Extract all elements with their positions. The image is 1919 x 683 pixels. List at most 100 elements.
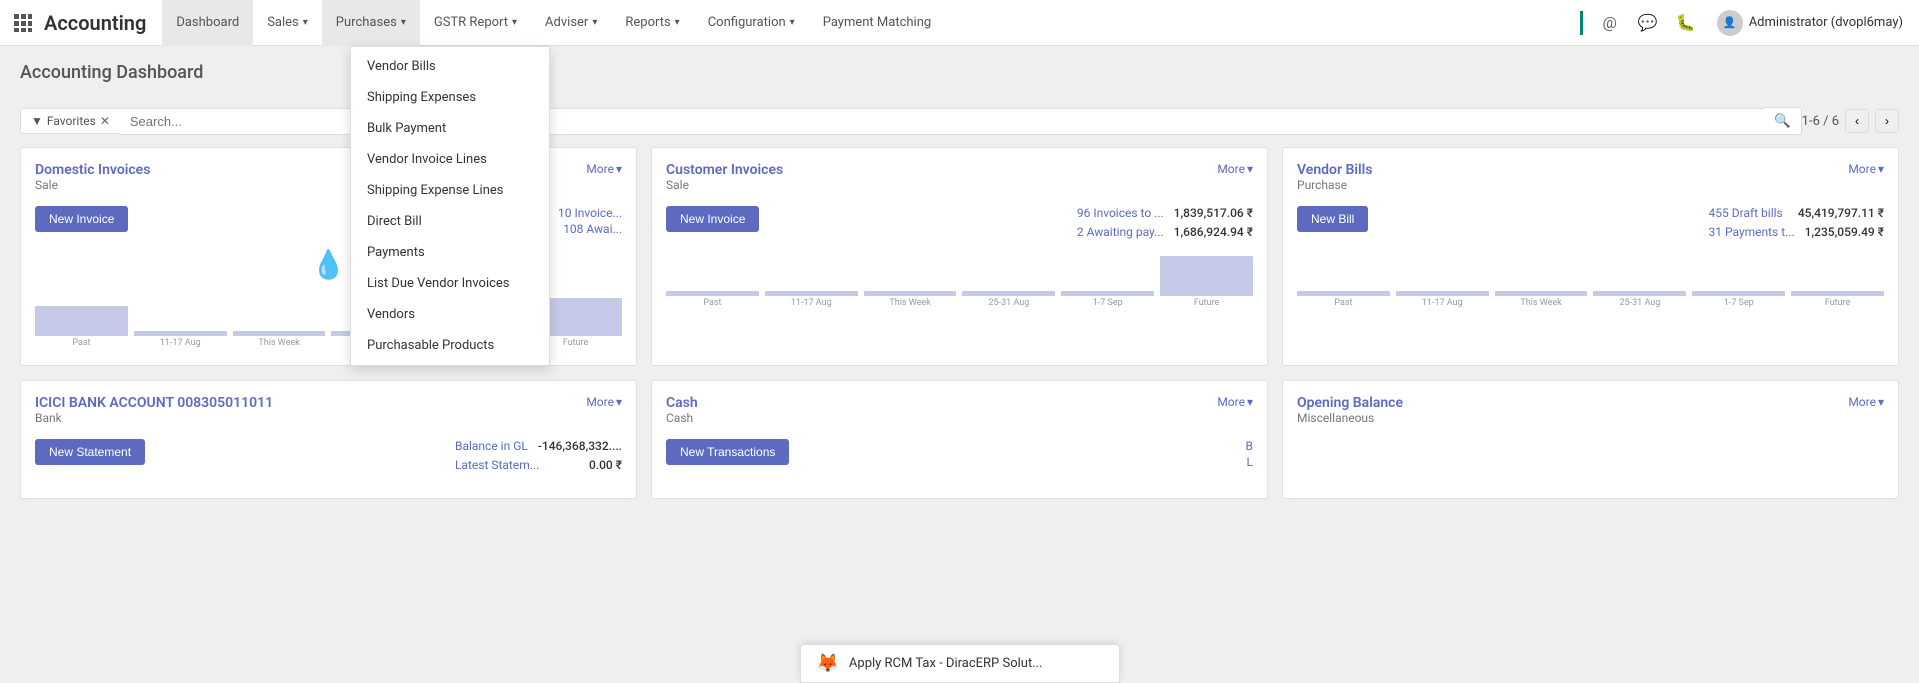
bar-11-17	[134, 331, 227, 336]
pagination-next[interactable]: ›	[1875, 109, 1899, 133]
dropdown-item-purchasable-products[interactable]: Purchasable Products	[351, 330, 549, 361]
card-icici-header: ICICI BANK ACCOUNT 008305011011 Bank Mor…	[35, 395, 622, 435]
user-menu[interactable]: 👤 Administrator (dvopl6may)	[1709, 6, 1911, 40]
chat-icon-btn[interactable]: 💬	[1633, 8, 1663, 38]
label-this-week: This Week	[233, 338, 326, 348]
dropdown-item-bulk-payment[interactable]: Bulk Payment	[351, 113, 549, 144]
dropdown-item-vendor-bills[interactable]: Vendor Bills	[351, 51, 549, 82]
v-bar-11-17	[1396, 291, 1489, 296]
new-invoice-domestic-button[interactable]: New Invoice	[35, 206, 128, 232]
icici-latest-value: 0.00 ₹	[589, 458, 622, 474]
customer-invoices-subtitle: Sale	[666, 178, 783, 192]
new-transactions-button[interactable]: New Transactions	[666, 439, 789, 465]
nav-payment-matching[interactable]: Payment Matching	[809, 0, 946, 46]
customer-invoices-title: Customer Invoices	[666, 162, 783, 178]
card-cash-header: Cash Cash More ▾	[666, 395, 1253, 435]
cash-title: Cash	[666, 395, 698, 411]
user-name: Administrator (dvopl6may)	[1749, 15, 1903, 30]
v-label-past: Past	[1297, 298, 1390, 308]
page-title: Accounting Dashboard	[20, 62, 203, 83]
bug-icon-btn[interactable]: 🐛	[1671, 8, 1701, 38]
domestic-stat2[interactable]: 108 Awai...	[558, 222, 622, 236]
new-invoice-customer-button[interactable]: New Invoice	[666, 206, 759, 232]
dropdown-item-payments[interactable]: Payments	[351, 237, 549, 268]
c-label-future: Future	[1160, 298, 1253, 308]
customer-stats: 96 Invoices to ... 1,839,517.06 ₹ 2 Awai…	[1077, 206, 1253, 241]
cash-subtitle: Cash	[666, 411, 698, 425]
dropdown-item-vendors[interactable]: Vendors	[351, 299, 549, 330]
c-bar-25-31	[962, 291, 1055, 296]
v-label-future: Future	[1791, 298, 1884, 308]
v-label-1-7: 1-7 Sep	[1692, 298, 1785, 308]
cash-more[interactable]: More ▾	[1217, 395, 1253, 409]
cash-stats: B L	[1246, 439, 1253, 471]
customer-chart-bars	[666, 251, 1253, 296]
sales-dropdown-arrow: ▾	[303, 17, 308, 28]
cash-balance-b: B	[1246, 439, 1253, 453]
nav-gstr[interactable]: GSTR Report ▾	[420, 0, 531, 46]
v-label-this-week: This Week	[1495, 298, 1588, 308]
opening-balance-subtitle: Miscellaneous	[1297, 411, 1403, 425]
reports-dropdown-arrow: ▾	[675, 17, 680, 28]
v-bar-past	[1297, 291, 1390, 296]
nav-purchases[interactable]: Purchases ▾	[322, 0, 420, 46]
dropdown-item-vendor-invoice-lines[interactable]: Vendor Invoice Lines	[351, 144, 549, 175]
customer-stat2-label[interactable]: 2 Awaiting pay...	[1077, 225, 1164, 239]
gstr-dropdown-arrow: ▾	[512, 17, 517, 28]
nav-reports[interactable]: Reports ▾	[611, 0, 693, 46]
vendor-stat2-label[interactable]: 31 Payments t...	[1709, 225, 1795, 239]
customer-chart-labels: Past 11-17 Aug This Week 25-31 Aug 1-7 S…	[666, 298, 1253, 308]
favorites-close[interactable]: ✕	[100, 114, 110, 128]
icici-title: ICICI BANK ACCOUNT 008305011011	[35, 395, 273, 411]
purchases-dropdown-menu: Vendor Bills Shipping Expenses Bulk Paym…	[350, 46, 550, 366]
customer-stat1-amount: 1,839,517.06 ₹	[1174, 206, 1253, 222]
domestic-invoices-subtitle: Sale	[35, 178, 150, 192]
favorites-filter[interactable]: ▼ Favorites ✕	[20, 108, 120, 134]
progress-indicator	[1580, 11, 1583, 35]
c-label-this-week: This Week	[864, 298, 957, 308]
vendor-bills-subtitle: Purchase	[1297, 178, 1372, 192]
vendor-bills-more[interactable]: More ▾	[1848, 162, 1884, 176]
dropdown-item-direct-bill[interactable]: Direct Bill	[351, 206, 549, 237]
vendor-stat1-label[interactable]: 455 Draft bills	[1709, 206, 1783, 220]
c-bar-past	[666, 291, 759, 296]
opening-balance-more[interactable]: More ▾	[1848, 395, 1884, 409]
vendor-stats: 455 Draft bills 45,419,797.11 ₹ 31 Payme…	[1709, 206, 1884, 241]
dropdown-item-shipping-expenses[interactable]: Shipping Expenses	[351, 82, 549, 113]
card-icici-bank: ICICI BANK ACCOUNT 008305011011 Bank Mor…	[20, 380, 637, 499]
v-bar-25-31	[1593, 291, 1686, 296]
cash-action-row: New Transactions B L	[666, 439, 1253, 471]
new-bill-button[interactable]: New Bill	[1297, 206, 1368, 232]
dropdown-item-shipping-expense-lines[interactable]: Shipping Expense Lines	[351, 175, 549, 206]
at-icon-btn[interactable]: @	[1595, 8, 1625, 38]
domestic-invoices-more[interactable]: More ▾	[586, 162, 622, 176]
customer-invoices-more[interactable]: More ▾	[1217, 162, 1253, 176]
vendor-action-row: New Bill 455 Draft bills 45,419,797.11 ₹…	[1297, 206, 1884, 241]
domestic-stat1[interactable]: 10 Invoice...	[558, 206, 622, 220]
v-bar-this-week	[1495, 291, 1588, 296]
grid-icon[interactable]	[8, 8, 38, 38]
dropdown-item-list-due[interactable]: List Due Vendor Invoices	[351, 268, 549, 299]
new-statement-button[interactable]: New Statement	[35, 439, 145, 465]
pagination-prev[interactable]: ‹	[1845, 109, 1869, 133]
toast-notification: 🦊 Apply RCM Tax - DiracERP Solut...	[800, 644, 1120, 683]
icici-action-row: New Statement Balance in GL -146,368,332…	[35, 439, 622, 474]
vendor-bills-title: Vendor Bills	[1297, 162, 1372, 178]
v-label-11-17: 11-17 Aug	[1396, 298, 1489, 308]
search-submit-button[interactable]: 🔍	[1764, 107, 1802, 135]
search-bar: ▼ Favorites ✕ 🔍 1-6 / 6 ‹ ›	[20, 107, 1899, 135]
icici-more[interactable]: More ▾	[586, 395, 622, 409]
page-content: Accounting Dashboard ▼ Favorites ✕ 🔍 1-6…	[0, 46, 1919, 515]
nav-items: Dashboard Sales ▾ Purchases ▾ GSTR Repor…	[162, 0, 1579, 46]
filter-icon: ▼	[31, 114, 43, 128]
domestic-invoices-title: Domestic Invoices	[35, 162, 150, 178]
label-11-17: 11-17 Aug	[134, 338, 227, 348]
customer-stat1-label[interactable]: 96 Invoices to ...	[1077, 206, 1164, 220]
v-label-25-31: 25-31 Aug	[1593, 298, 1686, 308]
nav-configuration[interactable]: Configuration ▾	[694, 0, 809, 46]
c-bar-future	[1160, 256, 1253, 296]
nav-adviser[interactable]: Adviser ▾	[531, 0, 611, 46]
nav-dashboard[interactable]: Dashboard	[162, 0, 253, 46]
nav-sales[interactable]: Sales ▾	[253, 0, 322, 46]
card-cash: Cash Cash More ▾ New Transactions B L	[651, 380, 1268, 499]
